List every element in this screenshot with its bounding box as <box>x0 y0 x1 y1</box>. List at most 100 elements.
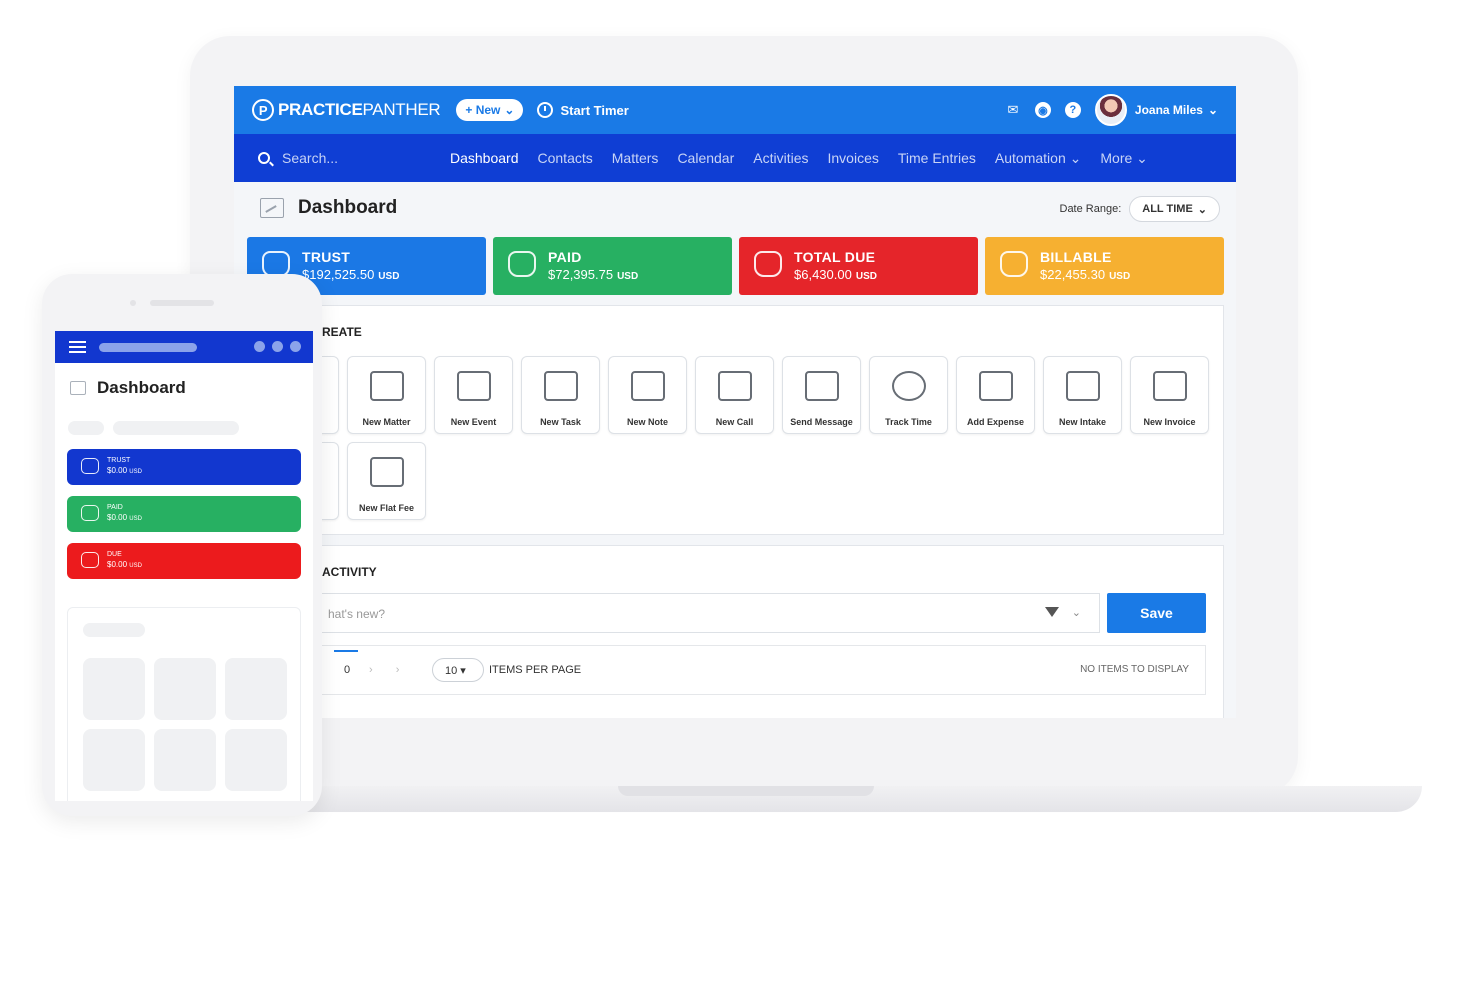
nav-item-invoices[interactable]: Invoices <box>828 150 879 167</box>
phone-icon <box>718 371 752 401</box>
tile-new-note[interactable]: New Note <box>608 356 687 434</box>
tile-label: New Flat Fee <box>358 503 414 513</box>
flat-fee-icon <box>370 457 404 487</box>
help-icon[interactable]: ? <box>1064 102 1081 118</box>
nav-item-more[interactable]: More ⌄ <box>1100 150 1148 167</box>
stat-value-row: $192,525.50 USD <box>302 267 486 282</box>
phone-card-trust[interactable]: TRUST $0.00 USD <box>67 449 301 485</box>
skeleton-grid <box>83 658 287 791</box>
more-dots-icon[interactable] <box>254 341 301 352</box>
hand-coin-icon <box>754 251 782 277</box>
per-page-value: 10 <box>445 665 458 677</box>
tile-new-flat-fee[interactable]: New Flat Fee <box>347 442 426 520</box>
create-tiles: ct New Matter New Event New Task New Not… <box>260 356 1220 520</box>
per-page-label: ITEMS PER PAGE <box>489 664 582 676</box>
nav-item-automation-label: Automation <box>994 149 1066 166</box>
date-range-value: ALL TIME <box>1142 203 1193 215</box>
search-input[interactable]: Search... <box>282 150 338 166</box>
phone-card-paid[interactable]: PAID $0.00 USD <box>67 496 301 532</box>
stat-card-total-due[interactable]: TOTAL DUE $6,430.00 USD <box>739 237 978 295</box>
hamburger-menu-icon[interactable] <box>69 341 86 353</box>
mail-icon[interactable]: ✉ <box>1005 102 1021 118</box>
nav-item-activities[interactable]: Activities <box>753 150 808 167</box>
laptop-screen: P PRACTICE PANTHER + New ⌄ Start Timer ✉ … <box>234 86 1236 718</box>
page-nav-arrows[interactable]: › › <box>369 664 409 676</box>
stat-value: $192,525.50 <box>302 267 375 282</box>
per-page-select[interactable]: 10 ▾ <box>432 658 484 682</box>
user-name: Joana Miles <box>1134 103 1203 117</box>
nav-item-automation[interactable]: Automation ⌄ <box>995 150 1081 167</box>
skeleton-tile <box>225 658 287 720</box>
nav-bar: Search... Dashboard Contacts Matters Cal… <box>234 134 1236 182</box>
timer-icon <box>537 102 554 118</box>
save-button[interactable]: Save <box>1107 593 1206 633</box>
laptop-notch <box>618 786 874 796</box>
chevron-down-icon[interactable]: ⌄ <box>1072 606 1081 619</box>
nav-item-time-entries[interactable]: Time Entries <box>898 150 976 167</box>
nav-item-dashboard[interactable]: Dashboard <box>450 150 519 167</box>
stat-card-billable[interactable]: BILLABLE $22,455.30 USD <box>985 237 1224 295</box>
phone-screen: Dashboard TRUST $0.00 USD PAID $0.00 USD… <box>55 331 313 801</box>
chevron-down-icon: ⌄ <box>1197 203 1207 216</box>
nav-item-more-label: More <box>1100 149 1133 166</box>
skeleton-tile <box>154 729 216 791</box>
new-button[interactable]: + New ⌄ <box>456 99 524 121</box>
skeleton-placeholder <box>68 421 104 435</box>
whats-new-input[interactable]: hat's new? ⌄ <box>261 593 1100 633</box>
stat-card-paid[interactable]: PAID $72,395.75 USD <box>493 237 732 295</box>
tile-new-matter[interactable]: New Matter <box>347 356 426 434</box>
page-title: Dashboard <box>298 197 398 218</box>
cash-icon <box>508 251 536 277</box>
new-button-label: + New <box>465 103 501 117</box>
message-icon <box>805 371 839 401</box>
start-timer-button[interactable]: Start Timer <box>537 102 629 118</box>
phone-frame: Dashboard TRUST $0.00 USD PAID $0.00 USD… <box>42 274 322 816</box>
pager: 0 › › 10 ▾ ITEMS PER PAGE NO ITEMS TO DI… <box>261 645 1206 695</box>
activity-panel-title: ACTIVITY <box>322 565 377 579</box>
piggy-bank-icon <box>81 458 99 474</box>
top-bar: P PRACTICE PANTHER + New ⌄ Start Timer ✉ … <box>234 86 1236 134</box>
stat-label: PAID <box>548 249 582 265</box>
phone-title-placeholder <box>99 343 197 352</box>
invoice-icon <box>1153 371 1187 401</box>
tile-label: New Invoice <box>1143 417 1196 427</box>
skeleton-tile <box>83 658 145 720</box>
nav-item-contacts[interactable]: Contacts <box>538 150 593 167</box>
note-icon <box>631 371 665 401</box>
page-number[interactable]: 0 <box>333 650 359 676</box>
phone-card-value: $0.00 <box>107 466 128 475</box>
phone-top-bar <box>55 331 313 363</box>
tile-label: New Call <box>715 417 754 427</box>
phone-card-label: DUE <box>107 551 122 558</box>
avatar[interactable] <box>1094 94 1127 126</box>
stat-value: $6,430.00 <box>794 267 852 282</box>
tile-track-time[interactable]: Track Time <box>869 356 948 434</box>
dashboard-icon <box>260 198 284 218</box>
app-logo[interactable]: P PRACTICE PANTHER <box>252 99 441 121</box>
stat-value: $22,455.30 <box>1040 267 1106 282</box>
date-range: Date Range: ALL TIME ⌄ <box>1060 196 1220 222</box>
stat-unit: USD <box>855 271 877 282</box>
chevron-down-icon: ⌄ <box>1207 103 1218 117</box>
tile-add-expense[interactable]: Add Expense <box>956 356 1035 434</box>
create-panel: REATE ct New Matter New Event New Task N… <box>247 305 1224 535</box>
search-box[interactable]: Search... <box>234 150 450 166</box>
tile-new-call[interactable]: New Call <box>695 356 774 434</box>
tile-new-intake[interactable]: New Intake <box>1043 356 1122 434</box>
filter-icon[interactable] <box>1045 607 1059 617</box>
tile-new-task[interactable]: New Task <box>521 356 600 434</box>
nav-item-calendar[interactable]: Calendar <box>677 150 734 167</box>
nav-item-matters[interactable]: Matters <box>612 150 659 167</box>
phone-card-value: $0.00 <box>107 560 128 569</box>
clipboard-icon <box>544 371 578 401</box>
tile-new-event[interactable]: New Event <box>434 356 513 434</box>
tile-send-message[interactable]: Send Message <box>782 356 861 434</box>
date-range-select[interactable]: ALL TIME ⌄ <box>1129 196 1220 222</box>
phone-speaker <box>150 300 214 306</box>
stat-value: $72,395.75 <box>548 267 614 282</box>
globe-icon[interactable]: ◉ <box>1034 102 1051 118</box>
briefcase-icon <box>370 371 404 401</box>
user-menu[interactable]: Joana Miles ⌄ <box>1135 103 1218 117</box>
phone-card-due[interactable]: DUE $0.00 USD <box>67 543 301 579</box>
tile-new-invoice[interactable]: New Invoice <box>1130 356 1209 434</box>
